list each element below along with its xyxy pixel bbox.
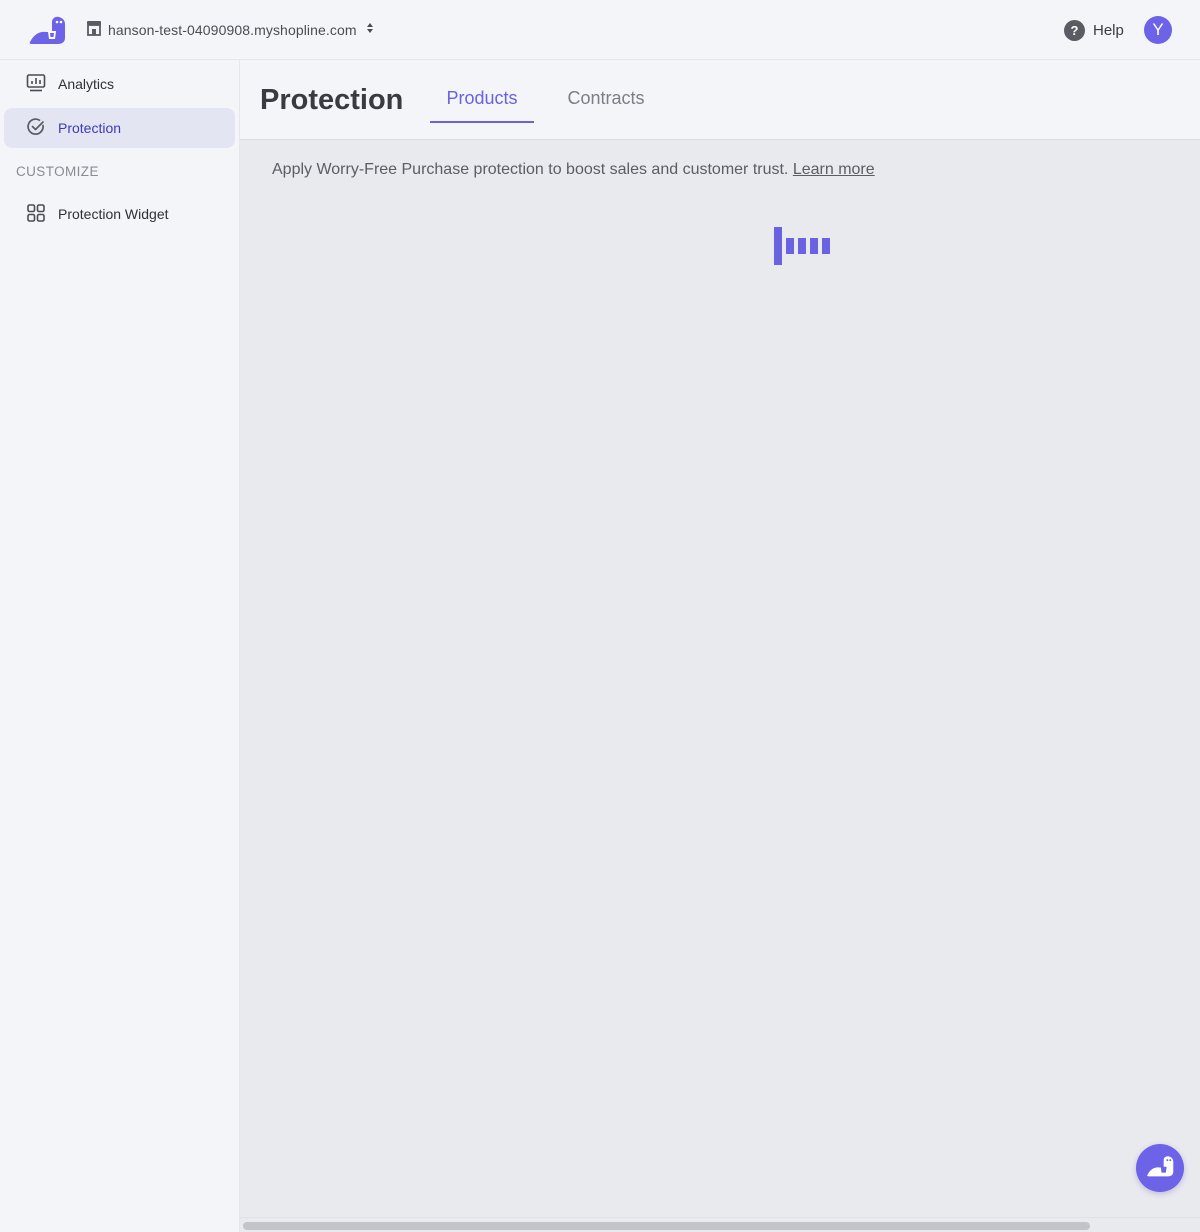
avatar[interactable]: Y <box>1144 16 1172 44</box>
up-down-caret-icon <box>363 21 377 40</box>
shield-check-icon <box>26 117 46 140</box>
loader-bar <box>786 238 794 254</box>
chat-launcher-button[interactable] <box>1136 1144 1184 1192</box>
dino-chat-icon <box>1146 1154 1174 1183</box>
sidebar-item-protection-widget[interactable]: Protection Widget <box>4 194 235 234</box>
loader-bar <box>774 227 782 265</box>
page-description: Apply Worry-Free Purchase protection to … <box>272 161 875 179</box>
loader-bar <box>810 238 818 254</box>
page-header: Protection Products Contracts <box>240 60 1200 140</box>
section-label-customize: CUSTOMIZE <box>16 164 99 179</box>
loader-bar <box>822 238 830 254</box>
scrollbar-thumb[interactable] <box>243 1222 1090 1230</box>
sidebar-item-protection[interactable]: Protection <box>4 108 235 148</box>
grid-icon <box>26 203 46 226</box>
horizontal-scrollbar[interactable] <box>240 1217 1200 1232</box>
sidebar-item-analytics[interactable]: Analytics <box>4 64 235 104</box>
help-button[interactable]: ? Help <box>1064 18 1124 42</box>
top-bar: hanson-test-04090908.myshopline.com ? He… <box>0 0 1200 60</box>
sidebar-item-label: Analytics <box>58 76 115 92</box>
tab-contracts[interactable]: Contracts <box>556 88 656 123</box>
loader-bar <box>798 238 806 254</box>
sidebar-item-label: Protection Widget <box>58 206 169 222</box>
loading-bars-icon <box>774 227 830 265</box>
store-name: hanson-test-04090908.myshopline.com <box>108 22 357 38</box>
sidebar: Analytics Protection CUSTOMIZE Protectio… <box>0 60 240 1232</box>
page-title: Protection <box>260 84 404 116</box>
analytics-monitor-icon <box>26 73 46 96</box>
main-content: Protection Products Contracts Apply Worr… <box>240 60 1200 1232</box>
help-label: Help <box>1093 21 1124 39</box>
sidebar-item-label: Protection <box>58 120 122 136</box>
tab-products[interactable]: Products <box>430 88 534 123</box>
description-text: Apply Worry-Free Purchase protection to … <box>272 161 789 178</box>
dino-logo-icon[interactable] <box>28 14 66 46</box>
store-switcher[interactable]: hanson-test-04090908.myshopline.com <box>86 18 377 42</box>
learn-more-link[interactable]: Learn more <box>793 161 875 178</box>
help-icon: ? <box>1064 19 1085 41</box>
storefront-icon <box>86 20 102 41</box>
